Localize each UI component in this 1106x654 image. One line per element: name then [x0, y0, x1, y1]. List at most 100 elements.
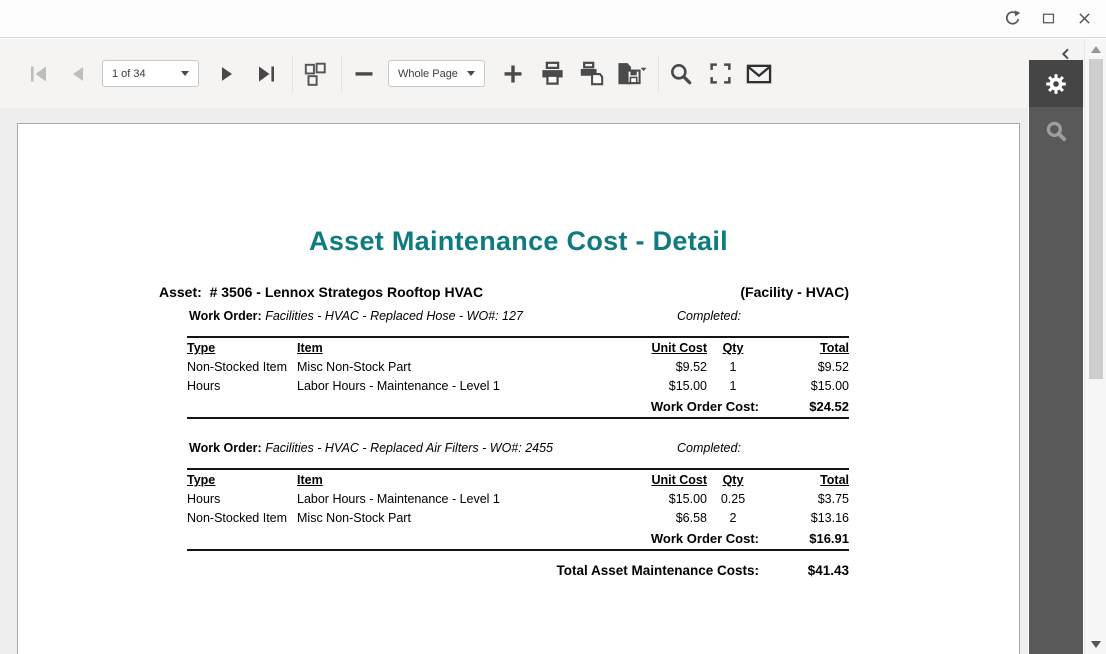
cell-unit-cost: $15.00	[622, 489, 707, 508]
work-order-label: Work Order:	[189, 309, 262, 323]
cell-item: Misc Non-Stock Part	[297, 508, 622, 527]
maximize-icon[interactable]	[1036, 7, 1060, 31]
table-header-row: Type Item Unit Cost Qty Total	[187, 337, 849, 357]
completed-label: Completed:	[677, 441, 741, 455]
cell-item: Misc Non-Stock Part	[297, 357, 622, 376]
completed-label: Completed:	[677, 309, 741, 323]
col-header-qty: Qty	[707, 337, 759, 357]
zoom-out-button[interactable]	[349, 53, 379, 95]
cell-item: Labor Hours - Maintenance - Level 1	[297, 376, 622, 395]
zoom-level-select[interactable]: Whole Page	[388, 60, 485, 87]
work-order-cost-label: Work Order Cost:	[187, 527, 759, 550]
cell-type: Hours	[187, 489, 297, 508]
col-header-type: Type	[187, 337, 297, 357]
asset-label: Asset:	[159, 284, 202, 300]
cell-total: $15.00	[759, 376, 849, 395]
col-header-unit-cost: Unit Cost	[622, 469, 707, 489]
report-toolbar: 1 of 34	[0, 39, 1084, 108]
table-row: Non-Stocked Item Misc Non-Stock Part $6.…	[187, 508, 849, 527]
col-header-qty: Qty	[707, 469, 759, 489]
window-titlebar	[0, 0, 1106, 38]
report-page: Asset Maintenance Cost - Detail Asset: #…	[17, 123, 1020, 654]
asset-category: (Facility - HVAC)	[740, 284, 849, 300]
search-panel-button[interactable]	[1029, 107, 1083, 154]
report-content: Asset Maintenance Cost - Detail Asset: #…	[18, 124, 1019, 578]
toolbar-separator	[658, 56, 659, 92]
search-icon[interactable]	[666, 53, 696, 95]
work-order-cost-value: $24.52	[759, 395, 849, 418]
cell-unit-cost: $15.00	[622, 376, 707, 395]
cell-unit-cost: $9.52	[622, 357, 707, 376]
cell-total: $13.16	[759, 508, 849, 527]
table-row: Non-Stocked Item Misc Non-Stock Part $9.…	[187, 357, 849, 376]
work-order-description: Facilities - HVAC - Replaced Air Filters…	[265, 441, 553, 455]
chevron-down-icon	[467, 71, 475, 76]
magnifier-icon	[1043, 118, 1069, 144]
cell-qty: 0.25	[707, 489, 759, 508]
report-viewer-window: 1 of 34	[0, 0, 1106, 654]
print-button[interactable]	[537, 53, 567, 95]
report-canvas[interactable]: Asset Maintenance Cost - Detail Asset: #…	[0, 108, 1028, 654]
cell-qty: 1	[707, 376, 759, 395]
cell-type: Non-Stocked Item	[187, 357, 297, 376]
settings-panel-button[interactable]	[1029, 60, 1083, 107]
scroll-down-icon[interactable]	[1091, 641, 1101, 648]
table-row: Hours Labor Hours - Maintenance - Level …	[187, 376, 849, 395]
col-header-unit-cost: Unit Cost	[622, 337, 707, 357]
fullscreen-button[interactable]	[705, 53, 735, 95]
chevron-down-icon	[181, 71, 189, 76]
close-icon[interactable]	[1072, 7, 1096, 31]
work-order-cost-row: Work Order Cost: $16.91	[187, 527, 849, 550]
email-button[interactable]	[744, 53, 774, 95]
cell-qty: 2	[707, 508, 759, 527]
cell-item: Labor Hours - Maintenance - Level 1	[297, 489, 622, 508]
report-title: Asset Maintenance Cost - Detail	[18, 226, 1019, 257]
vertical-scrollbar[interactable]	[1084, 39, 1106, 654]
scrollbar-thumb[interactable]	[1089, 59, 1103, 379]
work-order-header: Work Order: Facilities - HVAC - Replaced…	[189, 309, 849, 326]
work-order-table: Type Item Unit Cost Qty Total Hours Labo…	[187, 468, 849, 551]
last-page-button[interactable]	[251, 53, 281, 95]
asset-value: # 3506 - Lennox Strategos Rooftop HVAC	[210, 284, 484, 300]
export-button[interactable]	[615, 53, 647, 95]
cell-qty: 1	[707, 357, 759, 376]
work-order-cost-row: Work Order Cost: $24.52	[187, 395, 849, 418]
table-row: Hours Labor Hours - Maintenance - Level …	[187, 489, 849, 508]
work-order-label: Work Order:	[189, 441, 262, 455]
previous-page-button[interactable]	[63, 53, 93, 95]
work-order-cost-value: $16.91	[759, 527, 849, 550]
cell-total: $3.75	[759, 489, 849, 508]
work-order-table: Type Item Unit Cost Qty Total Non-Stocke…	[187, 336, 849, 419]
page-number-select[interactable]: 1 of 34	[102, 60, 199, 87]
work-order-description: Facilities - HVAC - Replaced Hose - WO#:…	[265, 309, 523, 323]
zoom-level-value: Whole Page	[398, 68, 458, 80]
toolbar-separator	[341, 56, 342, 92]
col-header-item: Item	[297, 469, 622, 489]
side-panel	[1029, 60, 1083, 654]
col-header-item: Item	[297, 337, 622, 357]
gear-icon	[1043, 71, 1069, 97]
toolbar-separator	[292, 56, 293, 92]
total-asset-cost-label: Total Asset Maintenance Costs:	[187, 563, 759, 578]
print-layout-button[interactable]	[576, 53, 606, 95]
col-header-type: Type	[187, 469, 297, 489]
zoom-in-button[interactable]	[498, 53, 528, 95]
cell-type: Non-Stocked Item	[187, 508, 297, 527]
page-number-value: 1 of 34	[112, 68, 146, 80]
scroll-up-icon[interactable]	[1091, 46, 1101, 53]
total-asset-cost-row: Total Asset Maintenance Costs: $41.43	[187, 563, 849, 578]
cell-total: $9.52	[759, 357, 849, 376]
refresh-icon[interactable]	[1000, 7, 1024, 31]
page-layout-button[interactable]	[300, 53, 330, 95]
work-order-cost-label: Work Order Cost:	[187, 395, 759, 418]
window-controls	[1000, 0, 1096, 37]
next-page-button[interactable]	[212, 53, 242, 95]
first-page-button[interactable]	[24, 53, 54, 95]
total-asset-cost-value: $41.43	[759, 563, 849, 578]
cell-type: Hours	[187, 376, 297, 395]
col-header-total: Total	[759, 469, 849, 489]
work-order-header: Work Order: Facilities - HVAC - Replaced…	[189, 441, 849, 458]
cell-unit-cost: $6.58	[622, 508, 707, 527]
asset-label-and-value: Asset: # 3506 - Lennox Strategos Rooftop…	[159, 284, 483, 300]
asset-header-row: Asset: # 3506 - Lennox Strategos Rooftop…	[159, 284, 849, 300]
